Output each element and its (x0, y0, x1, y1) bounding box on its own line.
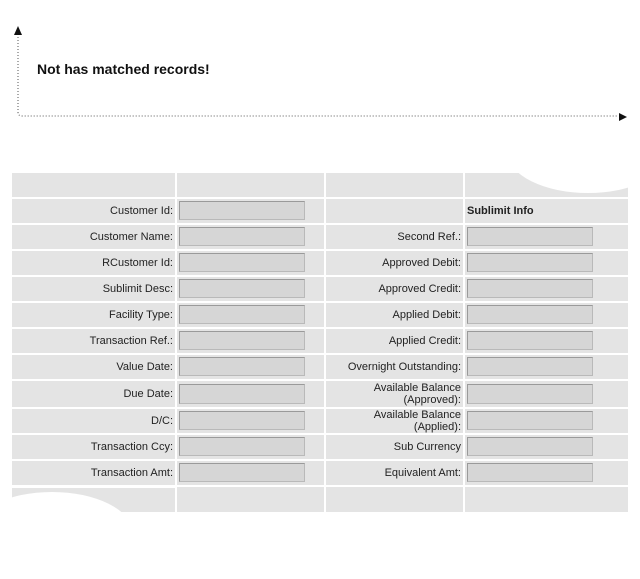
transaction-ref-label: Transaction Ref.: (89, 335, 173, 347)
second-ref-field[interactable] (467, 227, 593, 246)
transaction-ref-field[interactable] (179, 331, 305, 350)
applied-credit-field[interactable] (467, 331, 593, 350)
form-header-row (12, 173, 628, 197)
rcustomer-id-label: RCustomer Id: (102, 257, 173, 269)
facility-type-label: Facility Type: (109, 309, 173, 321)
form-row: Customer Name: Second Ref.: (12, 225, 628, 249)
due-date-label: Due Date: (123, 388, 173, 400)
value-date-label: Value Date: (116, 361, 173, 373)
equivalent-amt-field[interactable] (467, 463, 593, 482)
form-row: Value Date: Overnight Outstanding: (12, 355, 628, 379)
form-row: Customer Id: Sublimit Info (12, 199, 628, 223)
transaction-amt-field[interactable] (179, 463, 305, 482)
up-arrow-icon (14, 26, 22, 35)
right-arrow-icon (619, 113, 627, 121)
no-records-message: Not has matched records! (37, 61, 210, 77)
sub-currency-label: Sub Currency (393, 441, 461, 453)
approved-debit-label: Approved Debit: (382, 257, 461, 269)
sublimit-form: Customer Id: Sublimit Info Customer Name… (12, 173, 628, 512)
transaction-ccy-label: Transaction Ccy: (90, 441, 173, 453)
dc-field[interactable] (179, 411, 305, 430)
approved-credit-label: Approved Credit: (378, 283, 461, 295)
applied-debit-label: Applied Debit: (392, 309, 462, 321)
customer-name-label: Customer Name: (89, 231, 173, 243)
form-row: Transaction Amt: Equivalent Amt: (12, 461, 628, 485)
customer-name-field[interactable] (179, 227, 305, 246)
approved-credit-field[interactable] (467, 279, 593, 298)
transaction-amt-label: Transaction Amt: (90, 467, 173, 479)
transaction-ccy-field[interactable] (179, 437, 305, 456)
sublimit-info-title: Sublimit Info (467, 205, 534, 217)
second-ref-label: Second Ref.: (397, 231, 461, 243)
corner-decoration (465, 173, 628, 197)
result-panel: Not has matched records! (0, 0, 640, 130)
form-row: Due Date: Available Balance (Approved): (12, 381, 628, 407)
form-row: D/C: Available Balance (Applied): (12, 409, 628, 433)
overnight-outstanding-field[interactable] (467, 357, 593, 376)
sub-currency-field[interactable] (467, 437, 593, 456)
dc-label: D/C: (151, 415, 173, 427)
rcustomer-id-field[interactable] (179, 253, 305, 272)
applied-credit-label: Applied Credit: (388, 335, 461, 347)
applied-debit-field[interactable] (467, 305, 593, 324)
form-footer-row (12, 487, 628, 512)
value-date-field[interactable] (179, 357, 305, 376)
corner-decoration (12, 488, 175, 512)
customer-id-label: Customer Id: (110, 205, 173, 217)
due-date-field[interactable] (179, 384, 305, 404)
overnight-outstanding-label: Overnight Outstanding: (347, 361, 461, 373)
available-balance-applied-field[interactable] (467, 411, 593, 430)
form-row: Transaction Ccy: Sub Currency (12, 435, 628, 459)
form-row: Facility Type: Applied Debit: (12, 303, 628, 327)
available-balance-approved-field[interactable] (467, 384, 593, 404)
sublimit-desc-field[interactable] (179, 279, 305, 298)
available-balance-applied-label: Available Balance (Applied): (373, 409, 461, 433)
customer-id-field[interactable] (179, 201, 305, 220)
sublimit-desc-label: Sublimit Desc: (102, 283, 173, 295)
approved-debit-field[interactable] (467, 253, 593, 272)
available-balance-approved-label: Available Balance (Approved): (373, 382, 461, 406)
form-row: Transaction Ref.: Applied Credit: (12, 329, 628, 353)
facility-type-field[interactable] (179, 305, 305, 324)
form-row: Sublimit Desc: Approved Credit: (12, 277, 628, 301)
form-row: RCustomer Id: Approved Debit: (12, 251, 628, 275)
equivalent-amt-label: Equivalent Amt: (384, 467, 461, 479)
